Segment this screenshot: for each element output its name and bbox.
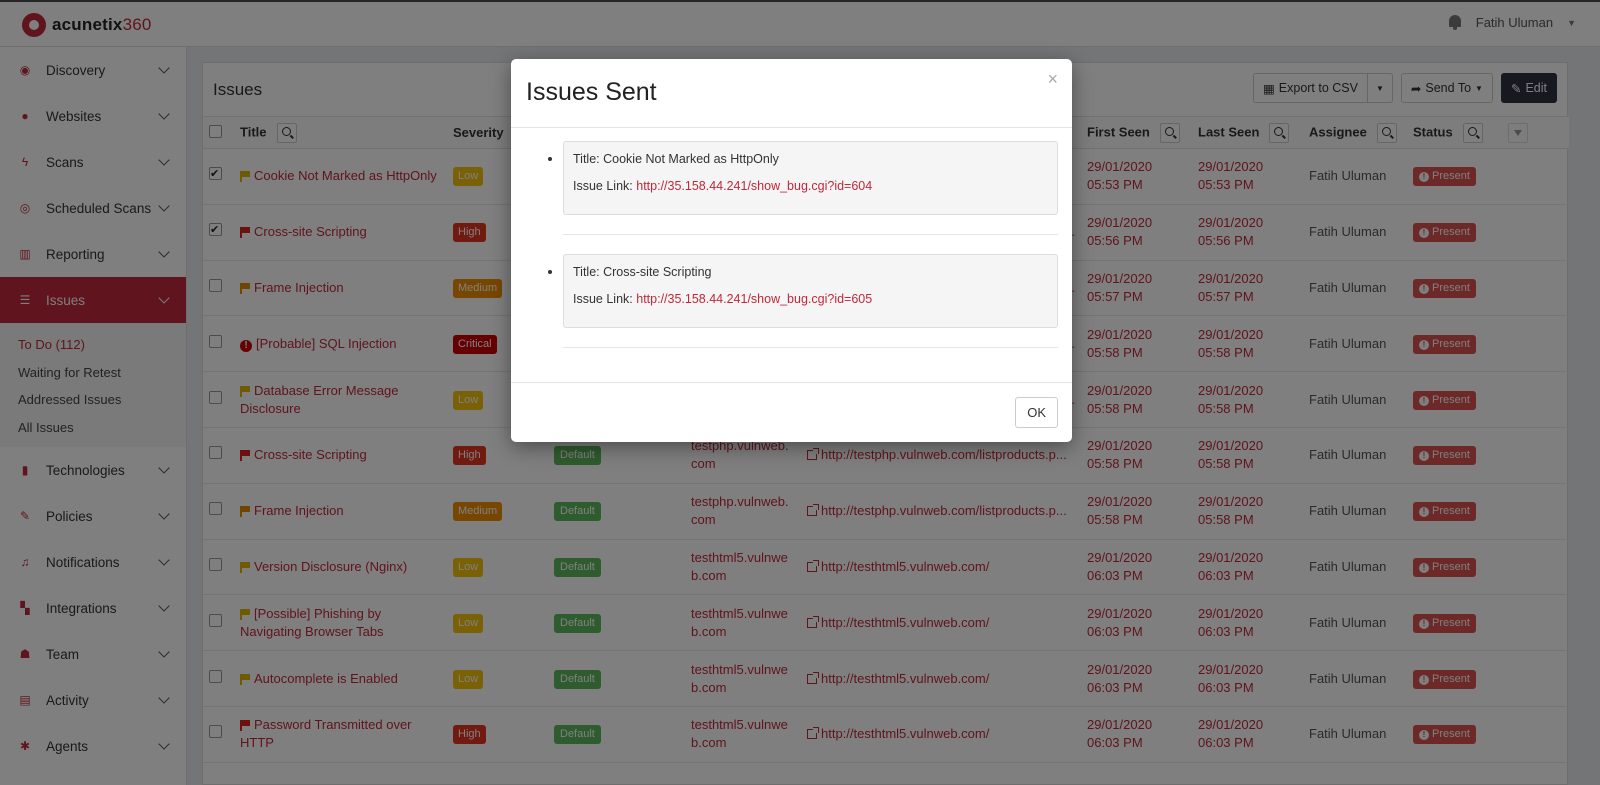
ok-button[interactable]: OK: [1015, 397, 1058, 428]
sent-issue-link-line: Issue Link: http://35.158.44.241/show_bu…: [573, 290, 1048, 308]
title-prefix: Title:: [573, 265, 600, 279]
sent-issues-list: Title: Cookie Not Marked as HttpOnly Issu…: [563, 141, 1058, 367]
issues-sent-modal: Issues Sent × Title: Cookie Not Marked a…: [511, 59, 1072, 442]
sent-issue-title-value: Cross-site Scripting: [603, 265, 712, 279]
link-prefix: Issue Link:: [573, 292, 633, 306]
sent-issue-title: Title: Cross-site Scripting: [573, 263, 1048, 281]
modal-body: Title: Cookie Not Marked as HttpOnly Issu…: [511, 128, 1072, 375]
sent-issue-title-value: Cookie Not Marked as HttpOnly: [603, 152, 779, 166]
sent-issue-item: Title: Cookie Not Marked as HttpOnly Issu…: [563, 141, 1058, 235]
divider: [563, 347, 1058, 348]
modal-title: Issues Sent: [526, 78, 657, 106]
title-prefix: Title:: [573, 152, 600, 166]
sent-issue-box: Title: Cross-site Scripting Issue Link: h…: [563, 254, 1058, 328]
modal-footer: OK: [511, 382, 1072, 442]
close-icon[interactable]: ×: [1047, 69, 1058, 89]
sent-issue-link-line: Issue Link: http://35.158.44.241/show_bu…: [573, 177, 1048, 195]
sent-issue-box: Title: Cookie Not Marked as HttpOnly Issu…: [563, 141, 1058, 215]
divider: [563, 234, 1058, 235]
issue-link[interactable]: http://35.158.44.241/show_bug.cgi?id=604: [636, 179, 872, 193]
modal-header: Issues Sent ×: [511, 59, 1072, 128]
link-prefix: Issue Link:: [573, 179, 633, 193]
sent-issue-item: Title: Cross-site Scripting Issue Link: h…: [563, 254, 1058, 348]
sent-issue-title: Title: Cookie Not Marked as HttpOnly: [573, 150, 1048, 168]
issue-link[interactable]: http://35.158.44.241/show_bug.cgi?id=605: [636, 292, 872, 306]
